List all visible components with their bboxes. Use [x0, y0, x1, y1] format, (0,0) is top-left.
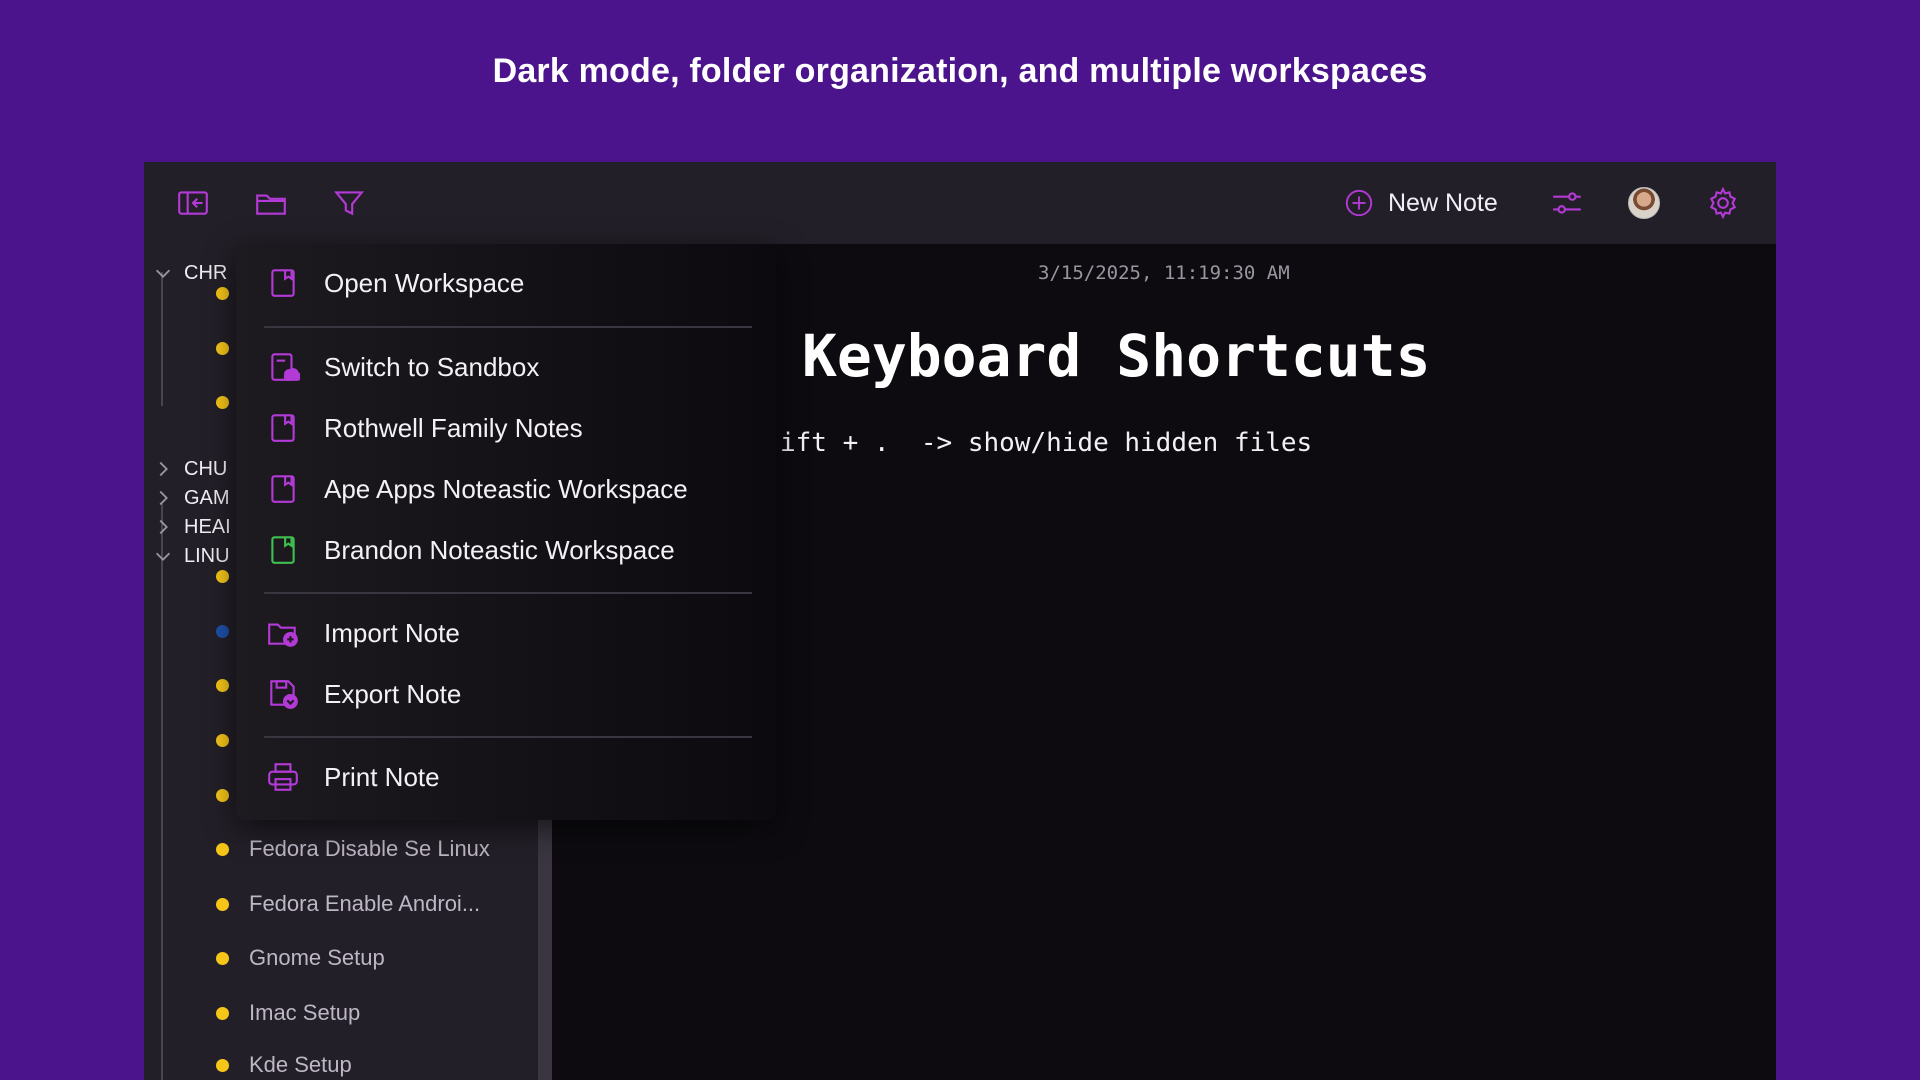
list-item[interactable]: [216, 725, 229, 755]
filter-icon[interactable]: [332, 186, 366, 220]
folder-icon[interactable]: [254, 186, 288, 220]
toolbar: New Note: [144, 162, 1776, 244]
sandbox-icon: [271, 353, 300, 381]
note-dot: [216, 733, 229, 747]
menu-item-switch-sandbox[interactable]: Switch to Sandbox: [266, 342, 746, 392]
plus-circle-icon: [1345, 189, 1373, 217]
gear-icon[interactable]: [1706, 186, 1740, 220]
note-dot: [216, 951, 229, 965]
menu-item-export[interactable]: Export Note: [266, 669, 746, 719]
menu-item-open-workspace[interactable]: Open Workspace: [266, 258, 746, 308]
new-note-button[interactable]: New Note: [1344, 182, 1498, 224]
avatar[interactable]: [1628, 187, 1660, 219]
note-title: Keyboard Shortcuts: [802, 322, 1431, 390]
workspace-icon: [271, 414, 295, 442]
list-item[interactable]: [216, 278, 229, 308]
menu-item-rothwell[interactable]: Rothwell Family Notes: [266, 403, 746, 453]
note-dot: [216, 624, 229, 638]
list-item[interactable]: Fedora Enable Androi...: [216, 889, 480, 919]
workspace-icon: [271, 269, 295, 297]
list-item[interactable]: Kde Setup: [216, 1050, 352, 1080]
menu-item-import[interactable]: Import Note: [266, 608, 746, 658]
export-icon: [270, 680, 298, 709]
chevron-down-icon: [155, 269, 171, 278]
note-dot: [216, 395, 229, 409]
note-dot: [216, 897, 229, 911]
list-item[interactable]: [216, 387, 229, 417]
chevron-down-icon: [155, 552, 171, 561]
note-line: ift + . -> show/hide hidden files: [780, 428, 1313, 458]
import-icon: [268, 623, 298, 647]
note-dot: [216, 286, 229, 300]
tree-guide: [161, 504, 163, 1080]
printer-icon: [268, 763, 298, 791]
workspace-active-icon: [271, 536, 295, 564]
new-note-label: New Note: [1388, 188, 1498, 217]
menu-item-ape-apps[interactable]: Ape Apps Noteastic Workspace: [266, 464, 746, 514]
list-item[interactable]: [216, 780, 229, 810]
menu-item-print[interactable]: Print Note: [266, 752, 746, 802]
workspace-menu: Open Workspace Switch to Sandbox Rothwel…: [236, 244, 776, 820]
note-dot: [216, 341, 229, 355]
note-dot: [216, 842, 229, 856]
tree-guide: [161, 272, 163, 406]
menu-divider: [264, 736, 752, 738]
folder-chu[interactable]: CHU: [152, 456, 227, 482]
note-dot: [216, 788, 229, 802]
list-item[interactable]: [216, 333, 229, 363]
list-item[interactable]: [216, 670, 229, 700]
note-timestamp: 3/15/2025, 11:19:30 AM: [1038, 262, 1290, 284]
menu-divider: [264, 326, 752, 328]
note-dot: [216, 1006, 229, 1020]
headline: Dark mode, folder organization, and mult…: [492, 52, 1428, 90]
menu-item-brandon[interactable]: Brandon Noteastic Workspace: [266, 525, 746, 575]
chevron-right-icon: [159, 461, 168, 477]
list-item[interactable]: Gnome Setup: [216, 943, 385, 973]
workspace-icon: [271, 475, 295, 503]
list-item[interactable]: [216, 561, 229, 591]
folder-hea[interactable]: HEAI: [152, 514, 231, 540]
list-item[interactable]: [216, 616, 229, 646]
note-dot: [216, 1058, 229, 1072]
list-item[interactable]: Fedora Disable Se Linux: [216, 834, 490, 864]
note-dot: [216, 569, 229, 583]
menu-divider: [264, 592, 752, 594]
chevron-right-icon: [159, 490, 168, 506]
sidebar-collapse-icon[interactable]: [176, 186, 210, 220]
chevron-right-icon: [159, 519, 168, 535]
list-item[interactable]: Imac Setup: [216, 998, 360, 1028]
folder-gam[interactable]: GAM: [152, 485, 230, 511]
note-dot: [216, 678, 229, 692]
sliders-icon[interactable]: [1550, 186, 1584, 220]
